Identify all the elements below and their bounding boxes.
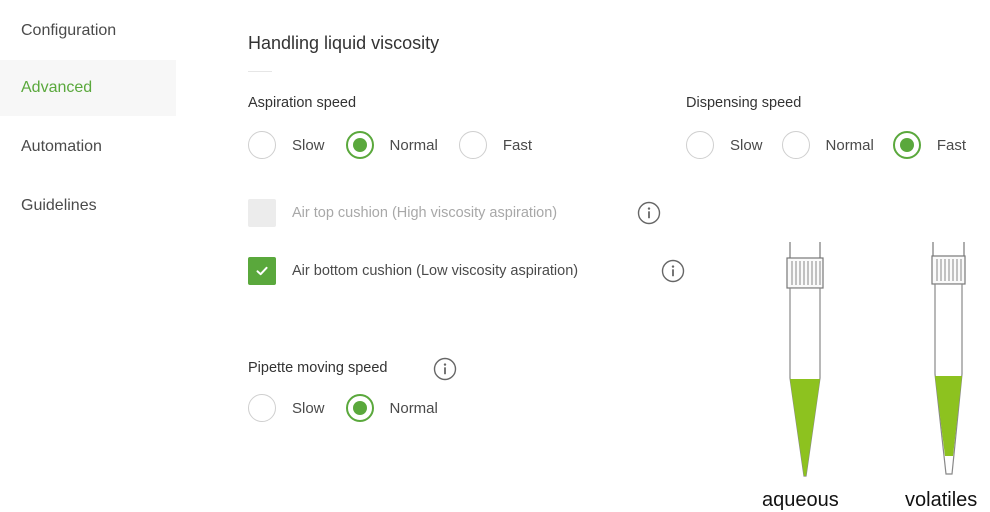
- air-top-cushion-row: Air top cushion (High viscosity aspirati…: [248, 199, 557, 227]
- air-top-cushion-checkbox[interactable]: [248, 199, 276, 227]
- dispensing-slow-option[interactable]: Slow: [686, 131, 763, 159]
- air-bottom-cushion-checkbox[interactable]: [248, 257, 276, 285]
- aspiration-normal-radio[interactable]: [345, 131, 374, 159]
- radio-label: Normal: [389, 136, 438, 154]
- dispensing-speed-group: Slow Normal Fast: [686, 130, 966, 160]
- pipette-tip-volatiles-illustration: [931, 242, 966, 475]
- sidebar: Configuration Advanced Automation Guidel…: [0, 0, 176, 512]
- pipette-speed-label: Pipette moving speed: [248, 360, 388, 376]
- info-icon[interactable]: [661, 259, 685, 283]
- dispensing-normal-radio[interactable]: [781, 131, 810, 159]
- info-icon[interactable]: [433, 357, 457, 381]
- radio-label: Slow: [730, 136, 763, 154]
- radio-label: Fast: [936, 136, 967, 154]
- info-icon[interactable]: [637, 201, 661, 225]
- volatiles-label: volatiles: [905, 489, 978, 511]
- sidebar-item-label: Advanced: [21, 79, 93, 96]
- aspiration-normal-option[interactable]: Normal: [345, 131, 438, 159]
- radio-label: Fast: [502, 136, 533, 154]
- sidebar-item-configuration[interactable]: Configuration: [0, 3, 176, 59]
- radio-label: Normal: [389, 399, 438, 417]
- aspiration-fast-radio[interactable]: [458, 131, 487, 159]
- sidebar-item-automation[interactable]: Automation: [0, 119, 176, 175]
- radio-label: Slow: [292, 399, 325, 417]
- pipette-normal-radio[interactable]: [345, 394, 374, 422]
- sidebar-item-label: Guidelines: [21, 197, 97, 214]
- aspiration-slow-radio[interactable]: [248, 131, 276, 159]
- air-top-cushion-label: Air top cushion (High viscosity aspirati…: [292, 205, 558, 221]
- air-bottom-cushion-label: Air bottom cushion (Low viscosity aspira…: [292, 263, 579, 279]
- title-divider: [248, 71, 272, 72]
- sidebar-item-advanced[interactable]: Advanced: [0, 60, 176, 116]
- aspiration-speed-label: Aspiration speed: [248, 95, 357, 111]
- dispensing-fast-radio[interactable]: [892, 131, 921, 159]
- aspiration-speed-group: Slow Normal Fast: [248, 130, 532, 160]
- pipette-slow-radio[interactable]: [248, 394, 276, 422]
- radio-label: Normal: [825, 136, 874, 154]
- aspiration-fast-option[interactable]: Fast: [458, 131, 533, 159]
- air-bottom-cushion-row: Air bottom cushion (Low viscosity aspira…: [248, 257, 578, 285]
- aqueous-liquid-fill: [790, 379, 820, 476]
- pipette-tip-aqueous-illustration: [786, 242, 824, 477]
- sidebar-item-label: Automation: [21, 138, 102, 155]
- pipette-speed-group: Slow Normal: [248, 393, 438, 423]
- aqueous-label: aqueous: [762, 489, 839, 511]
- pipette-slow-option[interactable]: Slow: [248, 394, 325, 422]
- sidebar-item-label: Configuration: [21, 22, 117, 39]
- sidebar-item-guidelines[interactable]: Guidelines: [0, 178, 176, 234]
- dispensing-normal-option[interactable]: Normal: [781, 131, 874, 159]
- checkmark-icon: [256, 266, 268, 276]
- page-title: Handling liquid viscosity: [248, 33, 440, 53]
- dispensing-fast-option[interactable]: Fast: [892, 131, 967, 159]
- aspiration-slow-option[interactable]: Slow: [248, 131, 325, 159]
- dispensing-slow-radio[interactable]: [686, 131, 714, 159]
- dispensing-speed-label: Dispensing speed: [686, 95, 802, 111]
- radio-label: Slow: [292, 136, 325, 154]
- pipette-normal-option[interactable]: Normal: [345, 394, 438, 422]
